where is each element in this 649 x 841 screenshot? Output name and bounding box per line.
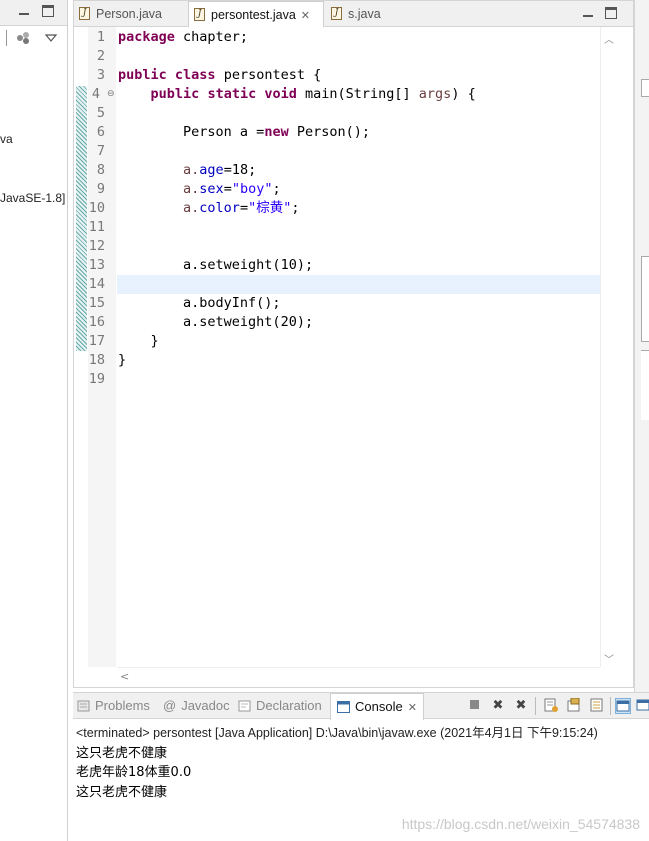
right-panel-edge — [641, 79, 649, 97]
right-panel-edge — [641, 350, 649, 420]
fold-icon[interactable]: ⊖ — [107, 89, 115, 99]
tab-label: s.java — [348, 7, 381, 21]
toolbar-separator — [535, 697, 536, 715]
code-line: public class persontest { — [118, 67, 322, 83]
line-number: 14 — [88, 276, 105, 292]
vertical-scrollbar[interactable]: ︿ ﹀ — [600, 27, 616, 667]
line-number: 8 — [96, 162, 105, 178]
package-explorer-toolbar — [0, 26, 67, 50]
minimize-icon[interactable] — [18, 5, 30, 17]
line-number: 5 — [96, 105, 105, 121]
line-number: 17 — [88, 333, 105, 349]
line-number: 6 — [96, 124, 105, 140]
tab-persontest-java[interactable]: J persontest.java ✕ — [188, 1, 324, 28]
console-tabbar: Problems @ Javadoc Declaration Console ✕ ✖… — [73, 693, 649, 720]
line-number: 16 — [88, 314, 105, 330]
current-line-highlight — [117, 275, 600, 294]
java-file-icon: J — [331, 7, 342, 20]
scroll-down-icon[interactable]: ﹀ — [604, 651, 614, 666]
console-icon — [337, 696, 350, 713]
jre-library-fragment[interactable]: JavaSE-1.8] — [0, 191, 65, 205]
code-line: Person a =new Person(); — [183, 124, 370, 140]
code-area[interactable]: 1 2 3 4 ⊖ 5 6 7 8 9 10 11 12 13 14 15 16… — [74, 27, 633, 687]
code-line: a.color="棕黄"; — [183, 200, 300, 216]
view-menu-icon[interactable] — [44, 32, 58, 47]
line-number: 13 — [88, 257, 105, 273]
code-line: } — [150, 333, 159, 349]
code-editor: J Person.java J persontest.java ✕ J s.jav… — [73, 0, 634, 688]
editor-tabbar: J Person.java J persontest.java ✕ J s.jav… — [74, 1, 633, 28]
line-number: 3 — [96, 67, 105, 83]
tab-problems[interactable]: Problems — [77, 693, 150, 719]
toolbar-separator — [610, 697, 611, 715]
line-number: 19 — [88, 371, 105, 387]
line-number: 11 — [88, 219, 105, 235]
line-number: 12 — [88, 238, 105, 254]
tab-declaration[interactable]: Declaration — [238, 693, 322, 719]
close-icon[interactable]: ✕ — [301, 3, 310, 29]
terminate-icon[interactable] — [467, 698, 483, 714]
minimize-icon[interactable] — [582, 7, 594, 19]
right-panel-edge — [641, 256, 649, 342]
toolbar-separator — [6, 30, 7, 46]
watermark: https://blog.csdn.net/weixin_54574838 — [401, 816, 640, 832]
pin-icon[interactable] — [566, 697, 582, 714]
package-explorer-tabbar — [0, 0, 67, 26]
java-file-icon: J — [194, 8, 205, 21]
maximize-icon[interactable] — [605, 7, 617, 19]
declaration-icon — [238, 695, 251, 712]
code-line: a.bodyInf(); — [183, 295, 281, 311]
tab-label: Person.java — [96, 7, 163, 21]
tab-javadoc[interactable]: @ Javadoc — [163, 693, 230, 719]
console-output-line: 这只老虎不健康 — [76, 746, 168, 761]
tab-console[interactable]: Console ✕ — [330, 693, 424, 720]
maximize-icon[interactable] — [42, 5, 54, 17]
scroll-up-icon[interactable]: ︿ — [604, 31, 614, 46]
tree-item-fragment[interactable]: va — [0, 132, 13, 146]
line-number: 4 — [91, 86, 100, 102]
line-number: 1 — [96, 29, 105, 45]
console-output-line: 老虎年龄18体重0.0 — [76, 765, 192, 780]
java-file-icon: J — [79, 7, 90, 20]
tab-label: persontest.java — [211, 8, 296, 22]
close-icon[interactable]: ✕ — [408, 695, 417, 721]
code-line: package chapter; — [118, 29, 249, 45]
line-number: 9 — [96, 181, 105, 197]
display-console-icon[interactable] — [615, 698, 631, 714]
line-number: 15 — [88, 295, 105, 311]
horizontal-scrollbar[interactable]: < — [117, 667, 600, 687]
package-explorer: va JavaSE-1.8] — [0, 0, 68, 841]
scroll-left-icon[interactable]: < — [120, 670, 129, 683]
scroll-lock-icon[interactable] — [543, 698, 559, 714]
word-wrap-icon[interactable] — [589, 698, 605, 714]
collapse-icon[interactable] — [16, 31, 30, 49]
code-line: a.setweight(10); — [183, 257, 314, 273]
code-line: a.sex="boy"; — [183, 181, 281, 197]
line-number: 10 — [88, 200, 105, 216]
tab-person-java[interactable]: J Person.java — [74, 1, 186, 27]
remove-all-icon[interactable]: ✖ — [513, 698, 529, 714]
console-output-line: 这只老虎不健康 — [76, 785, 168, 800]
problems-icon — [77, 695, 90, 712]
line-number: 7 — [96, 143, 105, 159]
code-line: a.setweight(20); — [183, 314, 314, 330]
javadoc-icon: @ — [163, 698, 177, 713]
console-view: Problems @ Javadoc Declaration Console ✕ ✖… — [73, 692, 649, 841]
code-line: } — [118, 352, 127, 368]
code-line: a.age=18; — [183, 162, 257, 178]
code-line: public static void main(String[] args) { — [150, 86, 476, 102]
tab-s-java[interactable]: J s.java — [326, 1, 396, 27]
open-console-icon[interactable] — [635, 698, 649, 714]
line-number: 18 — [88, 352, 105, 368]
line-number: 2 — [96, 48, 105, 64]
remove-launch-icon[interactable]: ✖ — [490, 698, 506, 714]
console-status-line: <terminated> persontest [Java Applicatio… — [76, 726, 598, 740]
